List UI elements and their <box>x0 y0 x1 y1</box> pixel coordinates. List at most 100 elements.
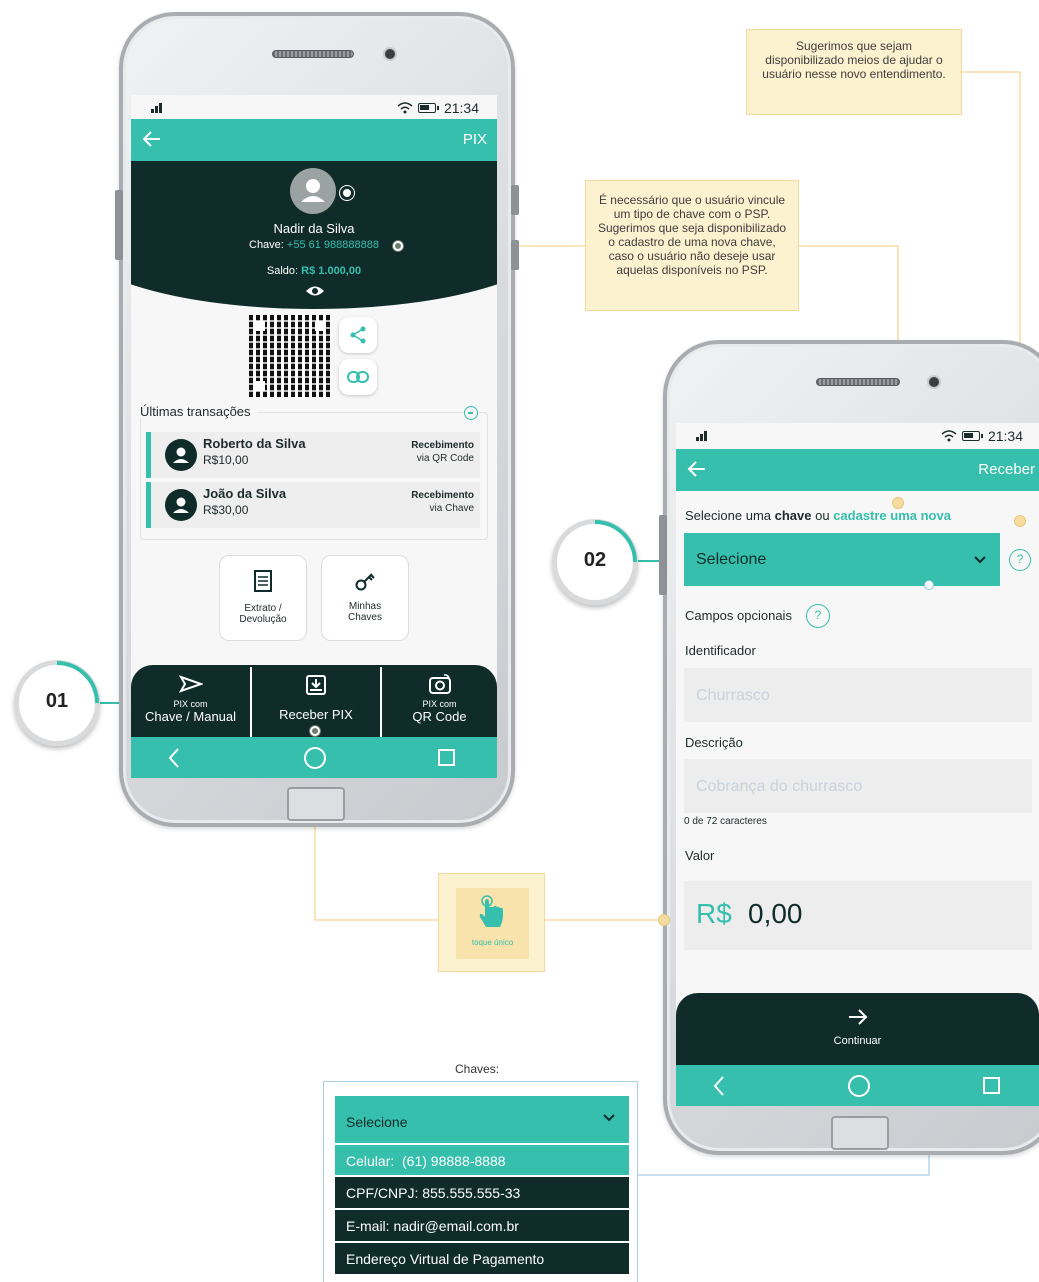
send-icon <box>178 675 204 693</box>
settings-icon[interactable] <box>340 186 354 200</box>
status-time: 21:34 <box>443 100 479 116</box>
instruction-mid: ou <box>811 508 834 523</box>
battery-icon <box>961 431 983 441</box>
copy-link-button[interactable] <box>339 359 377 395</box>
user-icon <box>301 179 325 202</box>
balance-label: Saldo: <box>266 265 299 277</box>
keys-panel-title: Chaves: <box>455 1062 500 1076</box>
help-icon[interactable]: ? <box>1009 549 1031 571</box>
user-icon <box>173 497 189 513</box>
transaction-amount: R$30,00 <box>203 503 249 517</box>
nav-back-icon[interactable] <box>712 1075 726 1097</box>
instruction-bold: chave <box>774 508 812 523</box>
transaction-via: via Chave <box>429 503 474 514</box>
phone-1-screen: 21:34 PIX Nadir da Silva Chave: +55 61 9… <box>131 95 497 778</box>
nav-home-icon[interactable] <box>848 1075 870 1097</box>
phone-2-home-button[interactable] <box>831 1116 889 1150</box>
statement-label-2: Devolução <box>239 614 287 625</box>
back-arrow-icon[interactable] <box>686 458 708 480</box>
keys-select-value: Selecione <box>346 1114 408 1130</box>
key-option-phone[interactable]: Celular: (61) 98888-8888 <box>335 1144 629 1175</box>
continue-label: Continuar <box>833 1035 882 1047</box>
transaction-type: Recebimento <box>411 490 474 501</box>
identifier-field[interactable]: Churrasco <box>684 668 1032 722</box>
chevron-down-icon <box>974 556 986 564</box>
download-box-icon <box>306 675 326 695</box>
connector-dot <box>658 914 670 926</box>
chevron-down-icon <box>603 1114 615 1122</box>
eye-icon[interactable] <box>305 284 325 298</box>
nav-back-icon[interactable] <box>167 747 181 769</box>
back-arrow-icon[interactable] <box>141 128 163 150</box>
top-bar: PIX <box>131 119 497 161</box>
key-option-label: CPF/CNPJ: 855.555.555-33 <box>346 1185 521 1201</box>
user-icon <box>173 447 189 463</box>
pay-with-key-button[interactable]: PIX com Chave / Manual <box>131 665 250 737</box>
note-help-users: Sugerimos que sejam disponibilizado meio… <box>746 29 962 115</box>
touch-label: toque único <box>471 938 514 947</box>
camera-icon <box>428 674 451 694</box>
step-marker-02: 02 <box>552 519 638 605</box>
pay-with-qr-small: PIX com <box>422 699 457 709</box>
qr-code-pattern <box>249 315 331 397</box>
key-option-cpf[interactable]: CPF/CNPJ: 855.555.555-33 <box>335 1177 629 1208</box>
battery-icon <box>417 103 439 113</box>
transaction-name: Roberto da Silva <box>203 436 306 451</box>
phone-1-home-button[interactable] <box>287 787 345 821</box>
instruction-prefix: Selecione uma <box>685 508 775 523</box>
value-field[interactable]: R$ 0,00 <box>684 881 1032 950</box>
phone-1-side-button-right-2 <box>511 240 519 270</box>
keys-icon <box>355 573 375 591</box>
phone-1-side-button-left <box>115 190 123 260</box>
note-link-key: É necessário que o usuário vincule um ti… <box>585 180 799 311</box>
key-option-evp[interactable]: Endereço Virtual de Pagamento <box>335 1243 629 1274</box>
key-value: +55 61 988888888 <box>286 239 379 251</box>
continue-button[interactable]: Continuar <box>676 993 1039 1065</box>
nav-recent-icon[interactable] <box>438 749 455 766</box>
connector-dot <box>892 497 904 509</box>
keys-select[interactable]: Selecione <box>335 1096 629 1143</box>
balance-line: Saldo: R$ 1.000,00 <box>131 265 497 277</box>
transaction-row[interactable]: João da Silva R$30,00 Recebimento via Ch… <box>146 482 480 528</box>
touch-gesture-card: toque único <box>456 888 529 959</box>
register-new-key-link[interactable]: cadastre uma nova <box>833 508 951 523</box>
amount-value: 0,00 <box>748 898 803 929</box>
key-select-value: Selecione <box>696 551 767 568</box>
receipt-icon <box>254 570 272 592</box>
pay-with-key-label: Chave / Manual <box>144 709 237 724</box>
description-field[interactable]: Cobrança do churrasco <box>684 759 1032 813</box>
share-button[interactable] <box>339 317 377 353</box>
key-option-email[interactable]: E-mail: nadir@email.com.br <box>335 1210 629 1241</box>
transaction-name: João da Silva <box>203 486 287 501</box>
user-name: Nadir da Silva <box>273 221 355 236</box>
step-number: 01 <box>45 690 69 712</box>
my-keys-label-1: Minhas <box>348 601 382 612</box>
transaction-amount: R$10,00 <box>203 453 249 467</box>
statement-label-1: Extrato / <box>244 603 282 614</box>
optional-help-icon[interactable]: ? <box>806 604 830 628</box>
nav-home-icon[interactable] <box>304 747 326 769</box>
key-option-label: Endereço Virtual de Pagamento <box>346 1251 545 1267</box>
arrow-right-icon <box>848 1009 867 1025</box>
pay-with-qr-label: QR Code <box>412 709 467 724</box>
char-count: 0 de 72 caracteres <box>684 816 767 827</box>
signal-icon <box>151 103 162 113</box>
nav-recent-icon[interactable] <box>983 1077 1000 1094</box>
phone-1-speaker <box>272 50 354 58</box>
share-icon <box>350 326 366 344</box>
my-keys-button[interactable]: Minhas Chaves <box>321 555 409 641</box>
pay-with-key-small: PIX com <box>173 699 208 709</box>
collapse-icon[interactable] <box>464 406 478 420</box>
transaction-row[interactable]: Roberto da Silva R$10,00 Recebimento via… <box>146 432 480 478</box>
key-select[interactable]: Selecione <box>684 533 1000 586</box>
status-time: 21:34 <box>987 428 1023 444</box>
pay-with-qr-button[interactable]: PIX com QR Code <box>382 665 497 737</box>
connector-dot <box>1014 515 1026 527</box>
identifier-label: Identificador <box>685 643 756 658</box>
connector-dot <box>310 726 320 736</box>
avatar <box>290 168 336 214</box>
statement-button[interactable]: Extrato / Devolução <box>219 555 307 641</box>
avatar <box>165 439 197 471</box>
top-bar-title: Receber <box>978 461 1035 478</box>
signal-icon <box>696 431 707 441</box>
